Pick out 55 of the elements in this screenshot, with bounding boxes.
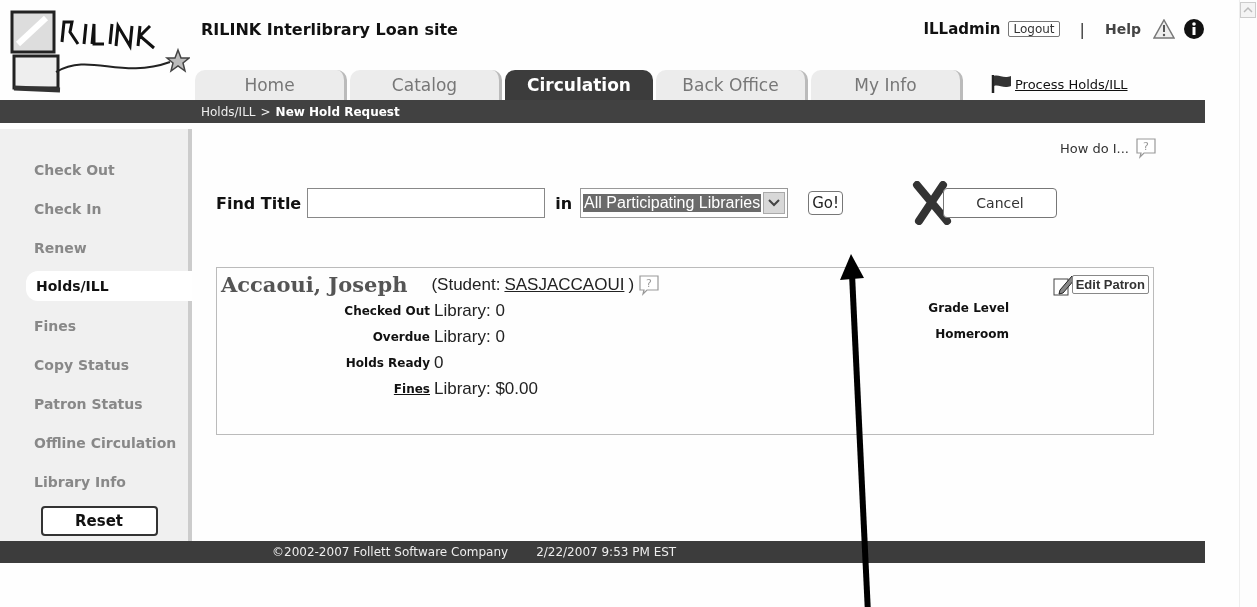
- sidebar-item[interactable]: Holds/ILL: [26, 271, 192, 301]
- in-label: in: [555, 193, 573, 213]
- field-value: Library: 0: [434, 327, 506, 347]
- fines-link[interactable]: Fines: [393, 379, 430, 399]
- go-button[interactable]: Go!: [808, 191, 843, 215]
- sidebar-item[interactable]: Fines: [0, 307, 188, 346]
- warning-icon[interactable]: [1153, 19, 1175, 39]
- breadcrumb-link[interactable]: Holds/ILL: [201, 104, 256, 119]
- flag-icon: [991, 74, 1013, 94]
- close-icon[interactable]: [911, 181, 953, 225]
- field-value: Library: 0: [434, 301, 506, 321]
- patron-name: Accaoui, Joseph: [221, 272, 408, 297]
- help-link[interactable]: Help: [1104, 21, 1141, 37]
- copyright-text: ©2002-2007 Follett Software Company: [272, 545, 509, 559]
- field-label: Holds Ready: [344, 355, 430, 372]
- reset-button[interactable]: Reset: [40, 506, 158, 536]
- sidebar-item[interactable]: Renew: [0, 229, 188, 268]
- user-name: ILLadmin: [923, 20, 1001, 38]
- process-holds-link[interactable]: Process Holds/ILL: [991, 74, 1128, 94]
- nav-tab[interactable]: Home: [195, 70, 347, 100]
- help-bubble-icon[interactable]: ?: [638, 273, 661, 296]
- find-title-field[interactable]: [307, 188, 546, 218]
- nav-tab[interactable]: Circulation: [505, 70, 653, 100]
- cancel-button[interactable]: Cancel: [943, 188, 1057, 218]
- patron-id-link[interactable]: SASJACCAOUI: [504, 274, 625, 295]
- timestamp: 2/22/2007 9:53 PM EST: [536, 545, 677, 559]
- site-title: RILINK Interlibrary Loan site: [201, 19, 458, 39]
- library-dropdown[interactable]: All Participating Libraries: [580, 188, 789, 218]
- breadcrumb-separator: >: [260, 104, 271, 119]
- sidebar-item[interactable]: Check Out: [0, 151, 188, 190]
- field-value: Library: $0.00: [434, 379, 538, 399]
- breadcrumb-current: New Hold Request: [275, 104, 400, 119]
- logout-button[interactable]: Logout: [1008, 21, 1060, 37]
- sidebar-item[interactable]: Library Info: [0, 463, 188, 502]
- nav-tab[interactable]: Catalog: [350, 70, 502, 100]
- find-title-label: Find Title: [216, 193, 302, 213]
- field-label: Homeroom: [935, 327, 1009, 341]
- sidebar-item[interactable]: Offline Circulation: [0, 424, 188, 463]
- nav-tab[interactable]: My Info: [811, 70, 963, 100]
- field-label: Checked Out: [343, 303, 430, 320]
- edit-patron-button[interactable]: Edit Patron: [1071, 275, 1149, 294]
- scrollbar[interactable]: [1239, 0, 1257, 607]
- field-label: Overdue: [371, 329, 430, 346]
- sidebar-item[interactable]: Copy Status: [0, 346, 188, 385]
- info-icon[interactable]: [1183, 18, 1205, 40]
- how-do-i-link[interactable]: How do I...: [1059, 140, 1129, 156]
- field-value: 0: [434, 353, 445, 373]
- sidebar-item[interactable]: Patron Status: [0, 385, 188, 424]
- field-label: Grade Level: [928, 301, 1009, 315]
- sidebar-item[interactable]: Check In: [0, 190, 188, 229]
- separator: |: [1079, 19, 1085, 39]
- patron-type: (Student:: [431, 274, 501, 295]
- closing-parenthesis: ): [628, 274, 635, 295]
- help-bubble-icon[interactable]: ?: [1135, 137, 1157, 159]
- nav-tab[interactable]: Back Office: [656, 70, 808, 100]
